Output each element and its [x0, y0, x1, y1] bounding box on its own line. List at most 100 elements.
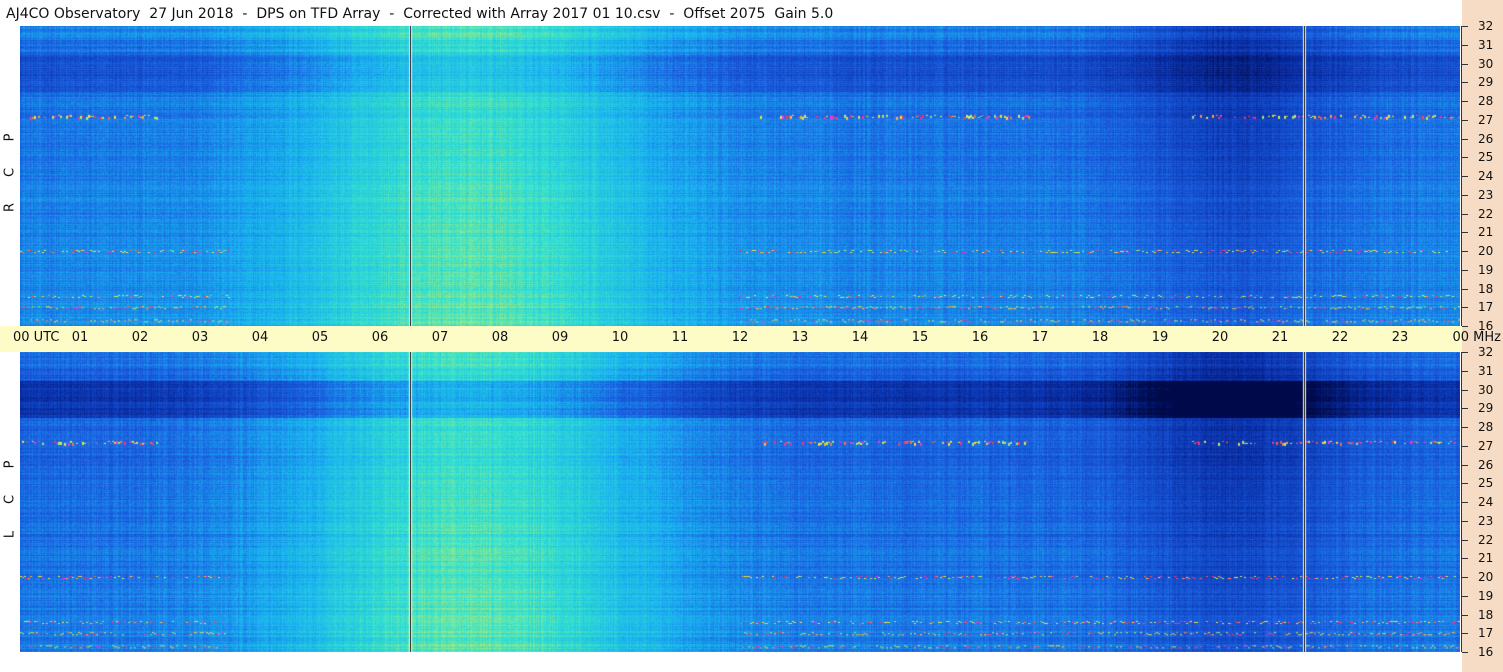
frequency-tick	[1462, 45, 1468, 46]
frequency-tick	[1462, 289, 1468, 290]
frequency-tick	[1462, 26, 1468, 27]
frequency-tick	[1462, 232, 1468, 233]
frequency-tick-label: 32	[1478, 345, 1494, 359]
frequency-tick-label: 22	[1478, 532, 1494, 547]
polarization-letter: L	[2, 530, 18, 539]
frequency-tick	[1462, 326, 1468, 327]
frequency-tick	[1462, 633, 1468, 634]
utc-time-axis: 00 UTC 01 02 03 04 05 06 07 08 09 10 11 12 13 14 15 16 17…	[0, 326, 1501, 352]
utc-tick-label: 18	[1091, 330, 1109, 345]
utc-tick-label: 20	[1211, 330, 1229, 345]
polarization-letter: R	[2, 202, 18, 213]
frequency-tick-label: 26	[1478, 131, 1494, 146]
utc-tick-label: 21	[1271, 330, 1289, 345]
frequency-tick	[1462, 465, 1468, 466]
frequency-tick-label: 27	[1478, 438, 1494, 453]
utc-tick-label: 02	[131, 330, 149, 345]
frequency-tick-label: 25	[1478, 476, 1494, 491]
frequency-tick	[1462, 521, 1468, 522]
frequency-tick-label: 30	[1478, 56, 1494, 71]
frequency-tick-label: 29	[1478, 75, 1494, 90]
frequency-tick-label: 20	[1478, 570, 1494, 584]
frequency-tick-label: 25	[1478, 150, 1494, 165]
utc-tick-label: 13	[791, 330, 809, 345]
utc-tick-label: 11	[671, 330, 689, 345]
frequency-tick	[1462, 139, 1468, 140]
frequency-tick	[1462, 120, 1468, 121]
frequency-tick-label: 29	[1478, 401, 1494, 416]
polarization-letter: P	[2, 133, 18, 142]
frequency-tick	[1462, 214, 1468, 215]
frequency-tick-label: 24	[1478, 169, 1494, 183]
frequency-tick	[1462, 251, 1468, 252]
frequency-tick	[1462, 408, 1468, 409]
frequency-tick	[1462, 176, 1468, 177]
frequency-tick-label: 17	[1478, 300, 1494, 315]
frequency-tick-label: 28	[1478, 94, 1494, 108]
frequency-tick	[1462, 195, 1468, 196]
utc-tick-label: 06	[371, 330, 389, 345]
frequency-tick-label: 32	[1478, 19, 1494, 33]
frequency-tick-label: 28	[1478, 420, 1494, 434]
frequency-tick-label: 31	[1478, 37, 1494, 52]
frequency-tick	[1462, 596, 1468, 597]
chart-title: AJ4CO Observatory 27 Jun 2018 - DPS on T…	[6, 6, 834, 22]
polarization-letter: C	[2, 494, 18, 505]
frequency-tick-label: 18	[1478, 607, 1494, 622]
frequency-tick-label: 22	[1478, 206, 1494, 221]
utc-tick-label: 10	[611, 330, 629, 345]
frequency-tick	[1462, 82, 1468, 83]
frequency-tick-label: 23	[1478, 513, 1494, 528]
frequency-tick-label: 18	[1478, 281, 1494, 296]
utc-tick-label: 12	[731, 330, 749, 345]
utc-tick-label: 08	[491, 330, 509, 345]
frequency-tick-label: 24	[1478, 495, 1494, 509]
frequency-tick-label: 16	[1478, 319, 1494, 333]
utc-tick-label: 01	[71, 330, 89, 345]
frequency-tick	[1462, 390, 1468, 391]
frequency-tick	[1462, 502, 1468, 503]
rcp-spectrogram-canvas	[20, 26, 1460, 326]
lcp-spectrogram-canvas	[20, 352, 1460, 652]
frequency-tick-label: 26	[1478, 457, 1494, 472]
frequency-tick	[1462, 540, 1468, 541]
frequency-tick	[1462, 64, 1468, 65]
frequency-tick-label: 27	[1478, 112, 1494, 127]
utc-tick-label: 07	[431, 330, 449, 345]
frequency-tick-label: 17	[1478, 626, 1494, 641]
utc-tick-label: 14	[851, 330, 869, 345]
frequency-tick-label: 16	[1478, 645, 1494, 659]
utc-tick-label: 19	[1151, 330, 1169, 345]
frequency-tick-label: 19	[1478, 588, 1494, 603]
frequency-tick-label: 19	[1478, 262, 1494, 277]
frequency-tick	[1462, 157, 1468, 158]
frequency-tick	[1462, 483, 1468, 484]
utc-tick-label: 09	[551, 330, 569, 345]
frequency-tick	[1462, 352, 1468, 353]
polarization-letter: C	[2, 167, 18, 178]
utc-tick-label: 04	[251, 330, 269, 345]
lcp-spectrogram	[20, 352, 1460, 652]
utc-tick-label: 23	[1391, 330, 1409, 345]
frequency-tick-label: 30	[1478, 382, 1494, 397]
frequency-tick	[1462, 615, 1468, 616]
rcp-spectrogram	[20, 26, 1460, 326]
frequency-tick	[1462, 307, 1468, 308]
utc-tick-label: 00 MHz	[1452, 330, 1502, 345]
frequency-tick-label: 20	[1478, 244, 1494, 258]
frequency-tick	[1462, 427, 1468, 428]
frequency-tick	[1462, 558, 1468, 559]
utc-tick-label: 15	[911, 330, 929, 345]
frequency-tick	[1462, 577, 1468, 578]
frequency-tick	[1462, 270, 1468, 271]
polarization-letter: P	[2, 460, 18, 469]
frequency-tick	[1462, 101, 1468, 102]
utc-tick-label: 03	[191, 330, 209, 345]
frequency-tick	[1462, 446, 1468, 447]
frequency-tick	[1462, 371, 1468, 372]
utc-tick-label: 00 UTC	[13, 330, 60, 345]
utc-tick-label: 05	[311, 330, 329, 345]
frequency-tick-label: 21	[1478, 551, 1494, 566]
frequency-tick-label: 23	[1478, 187, 1494, 202]
frequency-tick-label: 31	[1478, 363, 1494, 378]
